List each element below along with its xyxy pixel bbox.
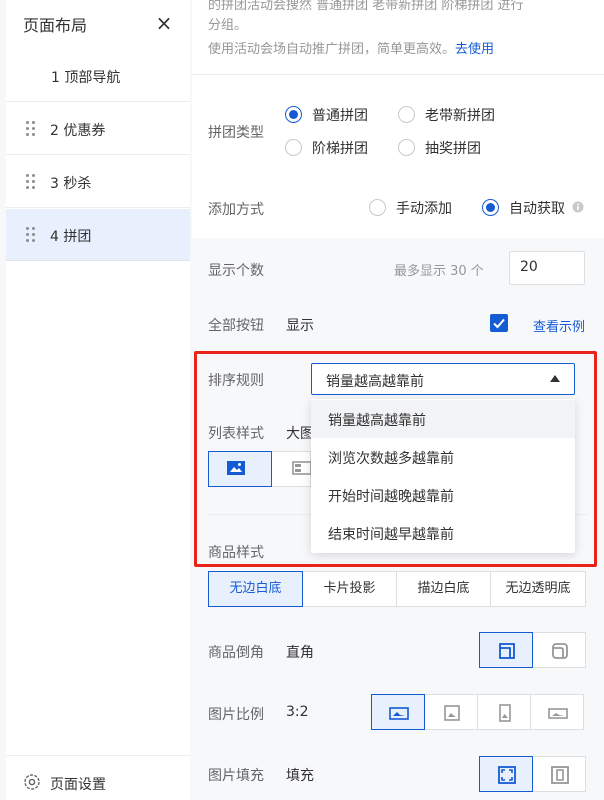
add-method-label: 添加方式 <box>208 202 264 218</box>
sidebar-item-label: 4 拼团 <box>50 229 92 245</box>
drag-handle-icon[interactable] <box>26 121 36 137</box>
layout-sidebar: 页面布局 × 1 顶部导航 2 优惠券 3 秒杀 4 拼团 页面设置 <box>0 0 192 800</box>
contain-icon <box>551 766 569 784</box>
view-example-link[interactable]: 查看示例 <box>533 316 585 335</box>
sidebar-header: 页面布局 × <box>6 0 190 50</box>
list-style-big-image-button[interactable] <box>208 451 272 487</box>
sidebar-item-top-nav[interactable]: 1 顶部导航 <box>6 50 190 102</box>
all-button-checkbox[interactable] <box>490 314 508 332</box>
help-icon[interactable] <box>572 201 584 213</box>
gear-icon <box>24 774 40 790</box>
sidebar-title: 页面布局 <box>23 16 88 35</box>
intro-text-line1: 的拼团活动会搜然 普通拼团 老带新拼团 阶梯拼团 进行 <box>208 0 524 13</box>
square-image-icon <box>444 705 460 721</box>
radio-lottery-group[interactable] <box>398 139 415 156</box>
rounded-corner-icon <box>552 643 568 659</box>
radio-label: 普通拼团 <box>312 108 368 124</box>
checkmark-icon <box>493 318 505 329</box>
goods-style-option[interactable]: 无边白底 <box>208 571 303 607</box>
close-icon[interactable]: × <box>154 11 174 35</box>
display-count-hint: 最多显示 30 个 <box>394 264 484 279</box>
goods-style-option[interactable]: 描边白底 <box>396 571 491 607</box>
sidebar-item-coupon[interactable]: 2 优惠券 <box>6 103 190 155</box>
image-ratio-label: 图片比例 <box>208 707 264 723</box>
display-count-input[interactable]: 20 <box>509 251 585 285</box>
sidebar-item-label: 2 优惠券 <box>50 123 106 139</box>
divider <box>192 74 604 75</box>
intro-text-line3: 使用活动会场自动推广拼团，简单更高效。去使用 <box>208 38 494 57</box>
radio-new-customer-group[interactable] <box>398 106 415 123</box>
intro-text-line2: 分组。 <box>208 18 248 33</box>
goods-style-option[interactable]: 无边透明底 <box>490 571 586 607</box>
goods-style-option[interactable]: 卡片投影 <box>302 571 397 607</box>
image-fill-label: 图片填充 <box>208 768 264 784</box>
radio-label: 手动添加 <box>396 201 452 217</box>
goods-corner-value: 直角 <box>286 645 314 661</box>
display-count-label: 显示个数 <box>208 263 264 279</box>
layout-sidebar-panel: 页面布局 × 1 顶部导航 2 优惠券 3 秒杀 4 拼团 页面设置 <box>6 0 190 800</box>
fill-contain-button[interactable] <box>532 756 586 792</box>
radio-auto-fetch[interactable] <box>482 199 499 216</box>
intro-text: 使用活动会场自动推广拼团，简单更高效。 <box>208 42 456 57</box>
wide-image-icon <box>548 708 568 719</box>
sidebar-item-group-buy[interactable]: 4 拼团 <box>6 209 190 261</box>
ratio-3-2-button[interactable] <box>371 694 425 730</box>
page-settings-label: 页面设置 <box>50 777 106 793</box>
corner-rounded-button[interactable] <box>532 632 586 668</box>
group-type-label: 拼团类型 <box>208 125 264 141</box>
fill-cover-button[interactable] <box>479 756 533 792</box>
landscape-image-icon <box>389 707 409 720</box>
image-fill-value: 填充 <box>286 768 314 784</box>
fill-icon <box>498 766 516 784</box>
corner-square-button[interactable] <box>479 632 533 668</box>
radio-label: 抽奖拼团 <box>425 141 481 157</box>
radio-label: 阶梯拼团 <box>312 141 368 157</box>
radio-label: 老带新拼团 <box>425 108 495 124</box>
drag-handle-icon[interactable] <box>26 174 36 190</box>
image-ratio-value: 3:2 <box>286 704 309 720</box>
sidebar-item-label: 1 顶部导航 <box>51 70 121 86</box>
image-icon <box>227 461 245 475</box>
all-button-label: 全部按钮 <box>208 318 264 334</box>
all-button-value: 显示 <box>286 318 314 334</box>
radio-label: 自动获取 <box>509 201 565 217</box>
drag-handle-icon[interactable] <box>26 227 36 243</box>
square-corner-icon <box>499 643 515 659</box>
portrait-image-icon <box>499 704 511 722</box>
radio-normal-group[interactable] <box>285 106 302 123</box>
sidebar-item-flash-sale[interactable]: 3 秒杀 <box>6 156 190 208</box>
sidebar-item-label: 3 秒杀 <box>50 176 92 192</box>
radio-tiered-group[interactable] <box>285 139 302 156</box>
ratio-1-1-button[interactable] <box>424 694 478 730</box>
page-settings-button[interactable]: 页面设置 <box>6 755 190 800</box>
ratio-3-4-button[interactable] <box>477 694 531 730</box>
ratio-16-9-button[interactable] <box>530 694 584 730</box>
radio-manual-add[interactable] <box>369 199 386 216</box>
goods-corner-label: 商品倒角 <box>208 645 264 661</box>
go-use-link[interactable]: 去使用 <box>455 42 494 57</box>
